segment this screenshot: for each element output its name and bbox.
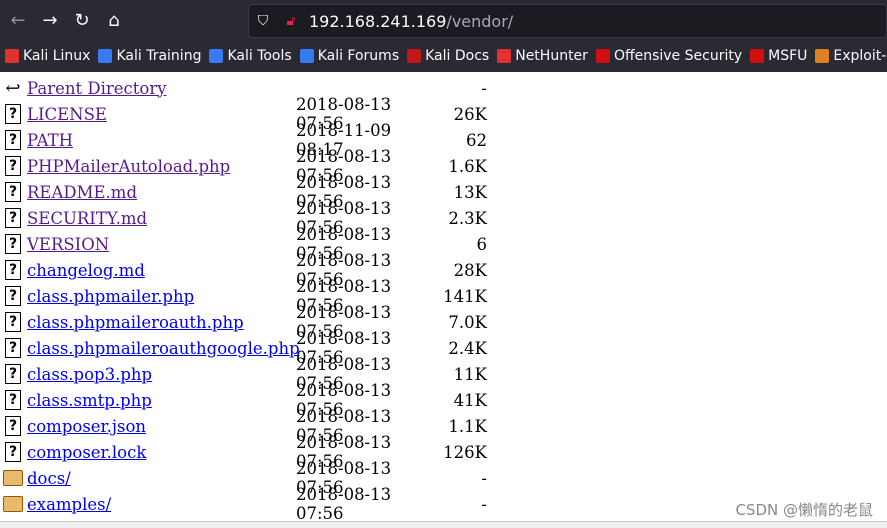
status-bar [0,521,887,528]
size: - [481,468,487,488]
unknown-file-icon: ? [3,207,23,229]
unknown-file-icon: ? [3,389,23,411]
bookmark-favicon-icon [299,49,314,63]
file-link[interactable]: VERSION [27,235,109,254]
bookmark-label: Kali Tools [227,48,292,64]
unknown-file-icon: ? [3,155,23,177]
unknown-file-icon: ? [3,311,23,333]
folder-icon [3,467,23,489]
bookmark-label: Exploit-DB [833,48,887,64]
bookmark-favicon-icon [497,49,512,63]
size: 11K [453,364,487,384]
size: - [481,494,487,514]
bookmark-label: NetHunter [515,48,588,64]
size: 141K [443,286,487,306]
size: 126K [443,442,487,462]
last-modified: 2018-08-13 07:56 [296,485,392,523]
bookmark-favicon-icon [815,49,830,63]
size: 41K [453,390,487,410]
watermark: CSDN @懒惰的老鼠 [735,501,873,519]
bookmark-favicon-icon [98,49,113,63]
file-link[interactable]: class.pop3.php [27,365,152,384]
file-link[interactable]: class.phpmailer.php [27,287,194,306]
bookmark-item[interactable]: Offensive Security [595,48,743,64]
size: 1.6K [448,156,487,176]
size: 2.4K [448,338,487,358]
unknown-file-icon: ? [3,415,23,437]
bookmark-item[interactable]: Kali Docs [407,48,489,64]
bookmark-item[interactable]: Kali Linux [5,48,90,64]
file-link[interactable]: composer.lock [27,443,146,462]
bookmark-item[interactable]: MSFU [750,48,807,64]
size: 28K [453,260,487,280]
size: 62 [466,130,487,150]
file-link[interactable]: docs/ [27,469,71,488]
size: 1.1K [448,416,487,436]
size: 7.0K [448,312,487,332]
size: 2.3K [448,208,487,228]
url-path: /vendor/ [446,11,514,31]
unknown-file-icon: ? [3,285,23,307]
bookmark-label: MSFU [768,48,808,64]
table-row: examples/2018-08-13 07:56 - [3,485,487,523]
bookmarks-bar: Kali Linux Kali Training Kali Tools Kali Fo… [0,40,887,72]
unknown-file-icon: ? [3,337,23,359]
bookmark-item[interactable]: Kali Forums [299,48,400,64]
file-link[interactable]: examples/ [27,495,111,514]
bookmark-favicon-icon [5,49,19,63]
directory-listing: ↩ Parent Directory - ? LICENSE 2018-08-13 … [3,75,488,523]
file-link[interactable]: LICENSE [27,105,107,124]
reload-icon[interactable]: ↻ [68,10,96,31]
size: 6 [476,234,488,254]
bookmark-favicon-icon [209,49,224,63]
unknown-file-icon: ? [3,129,23,151]
file-link[interactable]: composer.json [27,417,146,436]
size: - [481,78,487,98]
browser-toolbar: ← → ↻ ⌂ ⛉ 🔓︎ 192.168.241.169/vendor/ [0,0,887,40]
bookmark-label: Kali Linux [23,48,91,64]
file-link[interactable]: class.smtp.php [27,391,152,410]
file-link[interactable]: PATH [27,131,73,150]
bookmark-item[interactable]: Kali Training [98,48,201,64]
back-arrow-icon: ↩ [5,77,21,99]
parent-directory-link[interactable]: Parent Directory [27,79,167,98]
bookmark-label: Offensive Security [613,48,743,64]
unknown-file-icon: ? [3,259,23,281]
bookmark-label: Kali Forums [317,48,400,64]
bookmark-item[interactable]: NetHunter [497,48,588,64]
file-link[interactable]: changelog.md [27,261,145,280]
file-link[interactable]: PHPMailerAutoload.php [27,157,230,176]
address-bar[interactable]: ⛉ 🔓︎ 192.168.241.169/vendor/ [248,4,887,38]
size: 13K [453,182,487,202]
bookmark-item[interactable]: Exploit-DB [815,48,887,64]
folder-icon [3,493,23,515]
bookmark-item[interactable]: Kali Tools [209,48,292,64]
unknown-file-icon: ? [3,363,23,385]
unknown-file-icon: ? [3,181,23,203]
file-link[interactable]: class.phpmaileroauthgoogle.php [27,339,300,358]
home-icon[interactable]: ⌂ [100,10,128,31]
bookmark-favicon-icon [407,49,422,63]
back-arrow-icon[interactable]: ← [4,10,32,31]
url-host: 192.168.241.169 [309,11,447,31]
file-link[interactable]: README.md [27,183,137,202]
size: 26K [453,104,487,124]
bookmark-favicon-icon [750,49,765,63]
insecure-lock-icon[interactable]: 🔓︎ [277,13,305,29]
unknown-file-icon: ? [3,103,23,125]
file-link[interactable]: SECURITY.md [27,209,147,228]
bookmark-label: Kali Training [116,48,202,64]
bookmark-label: Kali Docs [425,48,490,64]
file-link[interactable]: class.phpmaileroauth.php [27,313,244,332]
bookmark-favicon-icon [595,49,610,63]
forward-arrow-icon[interactable]: → [36,10,64,31]
unknown-file-icon: ? [3,441,23,463]
shield-icon[interactable]: ⛉ [249,13,277,29]
unknown-file-icon: ? [3,233,23,255]
